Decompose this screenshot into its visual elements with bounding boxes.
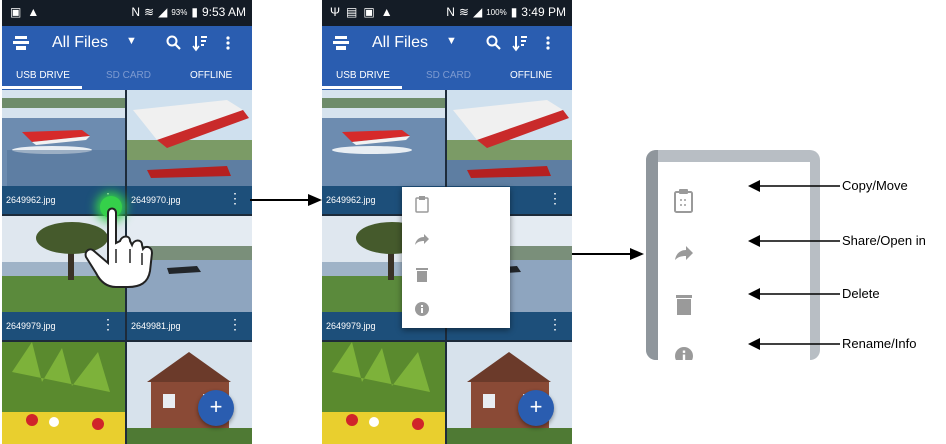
search-icon[interactable] xyxy=(166,34,182,52)
callout-arrow xyxy=(748,338,840,350)
battery-icon: ▮ xyxy=(191,5,198,19)
chevron-down-icon[interactable]: ▼ xyxy=(126,35,137,47)
storage-icon: ▤ xyxy=(346,5,358,19)
info-icon[interactable] xyxy=(414,301,430,317)
add-fab-button[interactable]: + xyxy=(198,390,234,426)
file-name: 2649962.jpg xyxy=(326,195,376,205)
callout-arrow xyxy=(748,180,840,192)
file-context-menu xyxy=(402,187,510,328)
app-bar: All Files ▼ xyxy=(322,26,572,62)
chevron-down-icon[interactable]: ▼ xyxy=(446,35,457,47)
battery-icon: ▮ xyxy=(510,5,518,19)
image-thumbnail[interactable] xyxy=(127,342,252,444)
drive-menu-icon[interactable] xyxy=(332,34,350,52)
tab-sd-card[interactable]: SD CARD xyxy=(426,70,471,81)
label-copy-move: Copy/Move xyxy=(842,178,908,193)
folder-title[interactable]: All Files xyxy=(52,34,108,52)
overflow-menu-icon[interactable] xyxy=(220,34,236,52)
image-thumbnail[interactable] xyxy=(127,90,252,186)
menu-edge-left xyxy=(646,150,658,360)
usb-icon: Ψ xyxy=(330,5,341,19)
signal-icon: ◢ xyxy=(472,5,483,19)
wifi-icon: ≋ xyxy=(458,5,469,19)
file-name: 2649979.jpg xyxy=(326,321,376,331)
folder-title[interactable]: All Files xyxy=(372,34,428,52)
file-overflow-icon[interactable]: ⋮ xyxy=(548,190,562,207)
trash-icon[interactable] xyxy=(675,294,693,316)
tab-usb-drive[interactable]: USB DRIVE xyxy=(336,70,390,81)
image-thumbnail[interactable] xyxy=(2,90,125,186)
battery-percent: 100% xyxy=(486,7,507,17)
thumbnail-caption: 2649981.jpg ⋮ xyxy=(127,312,252,340)
label-rename-info: Rename/Info xyxy=(842,336,917,351)
file-name: 2649970.jpg xyxy=(131,195,181,205)
active-tab-indicator xyxy=(322,86,402,89)
thumbnail-caption: 2649979.jpg ⋮ xyxy=(2,312,125,340)
file-overflow-icon[interactable]: ⋮ xyxy=(101,316,115,333)
add-fab-button[interactable]: + xyxy=(518,390,554,426)
callout-arrow xyxy=(748,235,840,247)
image-thumbnail[interactable] xyxy=(447,342,572,444)
tapping-hand-icon xyxy=(84,207,154,288)
tab-offline[interactable]: OFFLINE xyxy=(190,70,232,81)
info-icon[interactable] xyxy=(674,346,694,360)
status-time: 3:49 PM xyxy=(521,5,566,19)
active-tab-indicator xyxy=(2,86,82,89)
sort-icon[interactable] xyxy=(192,34,208,52)
file-overflow-icon[interactable]: ⋮ xyxy=(548,316,562,333)
tab-sd-card[interactable]: SD CARD xyxy=(106,70,151,81)
wifi-icon: ≋ xyxy=(144,5,155,19)
tab-offline[interactable]: OFFLINE xyxy=(510,70,552,81)
flow-arrow xyxy=(250,194,322,206)
file-overflow-icon[interactable]: ⋮ xyxy=(228,190,242,207)
share-icon[interactable] xyxy=(414,233,430,247)
file-name: 2649981.jpg xyxy=(131,321,181,331)
image-thumbnail[interactable] xyxy=(2,342,125,444)
drive-menu-icon[interactable] xyxy=(12,34,30,52)
copy-move-icon[interactable] xyxy=(672,188,696,216)
sort-icon[interactable] xyxy=(512,34,528,52)
tab-usb-drive[interactable]: USB DRIVE xyxy=(16,70,70,81)
image-thumbnail[interactable] xyxy=(322,90,445,186)
file-name: 2649962.jpg xyxy=(6,195,56,205)
app-bar: All Files ▼ xyxy=(2,26,252,62)
label-delete: Delete xyxy=(842,286,880,301)
file-name: 2649979.jpg xyxy=(6,321,56,331)
nfc-icon: N xyxy=(131,5,141,19)
image-thumbnail[interactable] xyxy=(322,342,445,444)
phone-screen-before: ▣ ▲ N ≋ ◢ 93% ▮ 9:53 AM All Files ▼ USB D… xyxy=(2,0,252,444)
label-share-open-in: Share/Open in xyxy=(842,233,926,248)
share-icon[interactable] xyxy=(674,246,694,262)
callout-arrow xyxy=(748,288,840,300)
signal-icon: ◢ xyxy=(158,5,168,19)
alert-icon: ▲ xyxy=(380,5,393,19)
status-bar: ▣ ▲ N ≋ ◢ 93% ▮ 9:53 AM xyxy=(2,0,252,26)
status-bar: Ψ ▤ ▣ ▲ N ≋ ◢ 100% ▮ 3:49 PM xyxy=(322,0,572,26)
gallery-notification-icon: ▣ xyxy=(10,5,22,19)
status-time: 9:53 AM xyxy=(201,5,246,19)
nfc-icon: N xyxy=(446,5,455,19)
image-thumbnail[interactable] xyxy=(447,90,572,186)
alert-icon: ▲ xyxy=(27,5,40,19)
overflow-menu-icon[interactable] xyxy=(540,34,556,52)
phone-screen-after: Ψ ▤ ▣ ▲ N ≋ ◢ 100% ▮ 3:49 PM All Files ▼ US… xyxy=(322,0,572,444)
file-overflow-icon[interactable]: ⋮ xyxy=(228,316,242,333)
battery-percent: 93% xyxy=(171,7,188,17)
flow-arrow xyxy=(572,248,644,260)
search-icon[interactable] xyxy=(486,34,502,52)
copy-move-icon[interactable] xyxy=(414,195,430,213)
gallery-notification-icon: ▣ xyxy=(363,5,375,19)
trash-icon[interactable] xyxy=(415,267,429,283)
